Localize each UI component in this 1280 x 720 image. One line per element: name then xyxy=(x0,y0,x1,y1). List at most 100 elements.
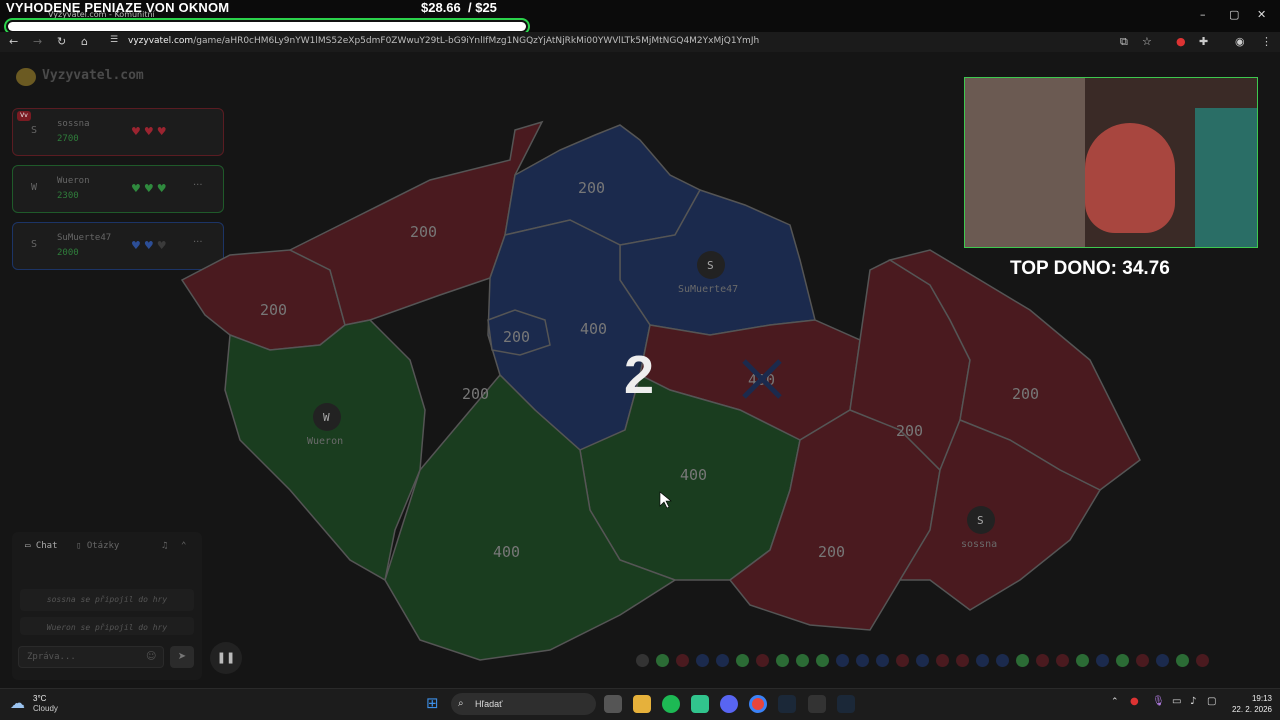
history-dot xyxy=(996,654,1009,667)
weather-condition[interactable]: Cloudy xyxy=(33,704,58,713)
heart-icon: ♥ xyxy=(143,182,157,195)
chat-icon: ▭ xyxy=(25,541,36,551)
history-dot xyxy=(816,654,829,667)
top-donation: TOP DONO: 34.76 xyxy=(1010,258,1170,279)
history-dot xyxy=(676,654,689,667)
weather-temperature[interactable]: 3°C xyxy=(33,694,46,703)
region-value: 200 xyxy=(578,179,605,197)
chevron-up-icon[interactable]: ⌃ xyxy=(181,541,186,551)
region-value: 200 xyxy=(818,543,845,561)
pin-name: sossna xyxy=(961,539,997,550)
stream-goal-amount: $28.66 / $25 xyxy=(421,0,497,15)
notification-icon[interactable]: ▢ xyxy=(1207,696,1216,707)
chrome-icon[interactable] xyxy=(749,695,767,713)
url-path: /game/aHR0cHM6Ly9nYW1lMS52eXp5dmF0ZWwuY2… xyxy=(193,36,760,46)
back-icon[interactable]: ← xyxy=(9,35,18,48)
url-host: vyzyvatel.com xyxy=(128,36,194,46)
close-icon[interactable]: ✕ xyxy=(1257,8,1266,21)
history-dot xyxy=(1096,654,1109,667)
chat-input[interactable]: Zpráva... xyxy=(18,646,164,668)
history-dot xyxy=(976,654,989,667)
send-button[interactable]: ➤ xyxy=(170,646,194,668)
file-explorer-icon[interactable] xyxy=(633,695,651,713)
stream-goal-title: VYHODENE PENIAZE VON OKNOM xyxy=(6,0,230,15)
pause-icon: ❚❚ xyxy=(216,651,236,664)
player-avatar: S xyxy=(31,125,38,136)
history-dot xyxy=(736,654,749,667)
region-value: 200 xyxy=(503,328,530,346)
history-dot xyxy=(776,654,789,667)
pause-button[interactable]: ❚❚ xyxy=(210,642,242,674)
minimize-icon[interactable]: – xyxy=(1200,8,1206,21)
region-value: 200 xyxy=(410,223,437,241)
reload-icon[interactable]: ↻ xyxy=(57,35,66,48)
player-score: 2000 xyxy=(57,248,79,258)
maximize-icon[interactable]: ▢ xyxy=(1229,8,1239,21)
heart-icon: ♥ xyxy=(131,239,144,252)
tab-questions-label: Otázky xyxy=(86,541,120,551)
player-lives: ♥♥♥ xyxy=(131,125,170,138)
region-plzensky[interactable] xyxy=(224,319,426,582)
task-view-icon[interactable] xyxy=(604,695,622,713)
round-number: 2 xyxy=(624,345,654,405)
history-dot xyxy=(936,654,949,667)
heart-icon: ♥ xyxy=(156,125,170,138)
heart-icon: ♥ xyxy=(143,125,157,138)
heart-icon: ♥ xyxy=(156,182,170,195)
logo-text[interactable]: Vyzyvatel.com xyxy=(42,68,144,83)
network-icon[interactable]: ▭ xyxy=(1172,696,1181,707)
history-dot xyxy=(856,654,869,667)
history-dot xyxy=(1156,654,1169,667)
history-dot xyxy=(716,654,729,667)
emoji-icon[interactable]: ☺ xyxy=(146,651,156,662)
taskbar-search[interactable]: Hľadať xyxy=(451,693,596,715)
browser-menu-icon[interactable]: ⋮ xyxy=(1261,35,1272,48)
chat-message: Wueron se připojil do hry xyxy=(20,617,194,635)
search-icon: ⌕ xyxy=(458,698,464,709)
webcam-feed xyxy=(964,77,1258,248)
taskbar-date[interactable]: 22. 2. 2026 xyxy=(1222,705,1272,714)
install-app-icon[interactable]: ⧉ xyxy=(1120,35,1128,49)
region-value: 400 xyxy=(493,543,520,561)
chat-message: sossna se připojil do hry xyxy=(20,589,194,611)
heart-icon: ♥ xyxy=(143,239,157,252)
webcam-background-wall xyxy=(965,78,1085,247)
tab-questions[interactable]: ▯ Otázky xyxy=(76,541,119,551)
tab-chat-label: Chat xyxy=(35,541,58,551)
discord-icon[interactable] xyxy=(720,695,738,713)
notification-bell-icon[interactable]: ♫ xyxy=(162,541,167,551)
app-green-icon[interactable] xyxy=(691,695,709,713)
heart-icon: ♥ xyxy=(131,182,144,195)
history-dot xyxy=(1176,654,1189,667)
history-dot xyxy=(696,654,709,667)
history-dot xyxy=(1196,654,1209,667)
extension-red-icon[interactable]: ● xyxy=(1176,35,1186,48)
extensions-puzzle-icon[interactable]: ✚ xyxy=(1199,35,1208,48)
forward-icon[interactable]: → xyxy=(33,35,42,48)
tab-chat[interactable]: ▭ Chat xyxy=(25,541,58,551)
spotify-icon[interactable] xyxy=(662,695,680,713)
heart-icon: ♥ xyxy=(156,239,170,252)
tray-app-icon[interactable]: ● xyxy=(1130,696,1139,707)
microphone-icon[interactable]: 🎙 xyxy=(1152,696,1165,707)
steam-icon[interactable] xyxy=(778,695,796,713)
steam-secondary-icon[interactable] xyxy=(837,695,855,713)
volume-icon[interactable]: ♪ xyxy=(1190,696,1196,707)
epic-games-icon[interactable] xyxy=(808,695,826,713)
player-avatar: W xyxy=(31,182,38,193)
taskbar-clock[interactable]: 19:13 xyxy=(1232,694,1272,703)
history-dot xyxy=(1116,654,1129,667)
url-field[interactable]: vyzyvatel.com/game/aHR0cHM6Ly9nYW1lMS52e… xyxy=(128,36,759,46)
home-icon[interactable]: ⌂ xyxy=(81,35,88,48)
heart-icon: ♥ xyxy=(131,125,144,138)
host-badge: Vv xyxy=(17,111,31,121)
history-dot xyxy=(836,654,849,667)
questions-icon: ▯ xyxy=(76,541,87,551)
cloud-icon[interactable]: ☁ xyxy=(10,694,25,712)
site-info-icon[interactable]: ☰ xyxy=(110,35,118,45)
tray-chevron-icon[interactable]: ⌃ xyxy=(1111,697,1119,707)
history-dot xyxy=(916,654,929,667)
profile-icon[interactable]: ◉ xyxy=(1235,35,1245,48)
start-windows-icon[interactable]: ⊞ xyxy=(426,694,439,712)
bookmark-star-icon[interactable]: ☆ xyxy=(1142,35,1152,48)
